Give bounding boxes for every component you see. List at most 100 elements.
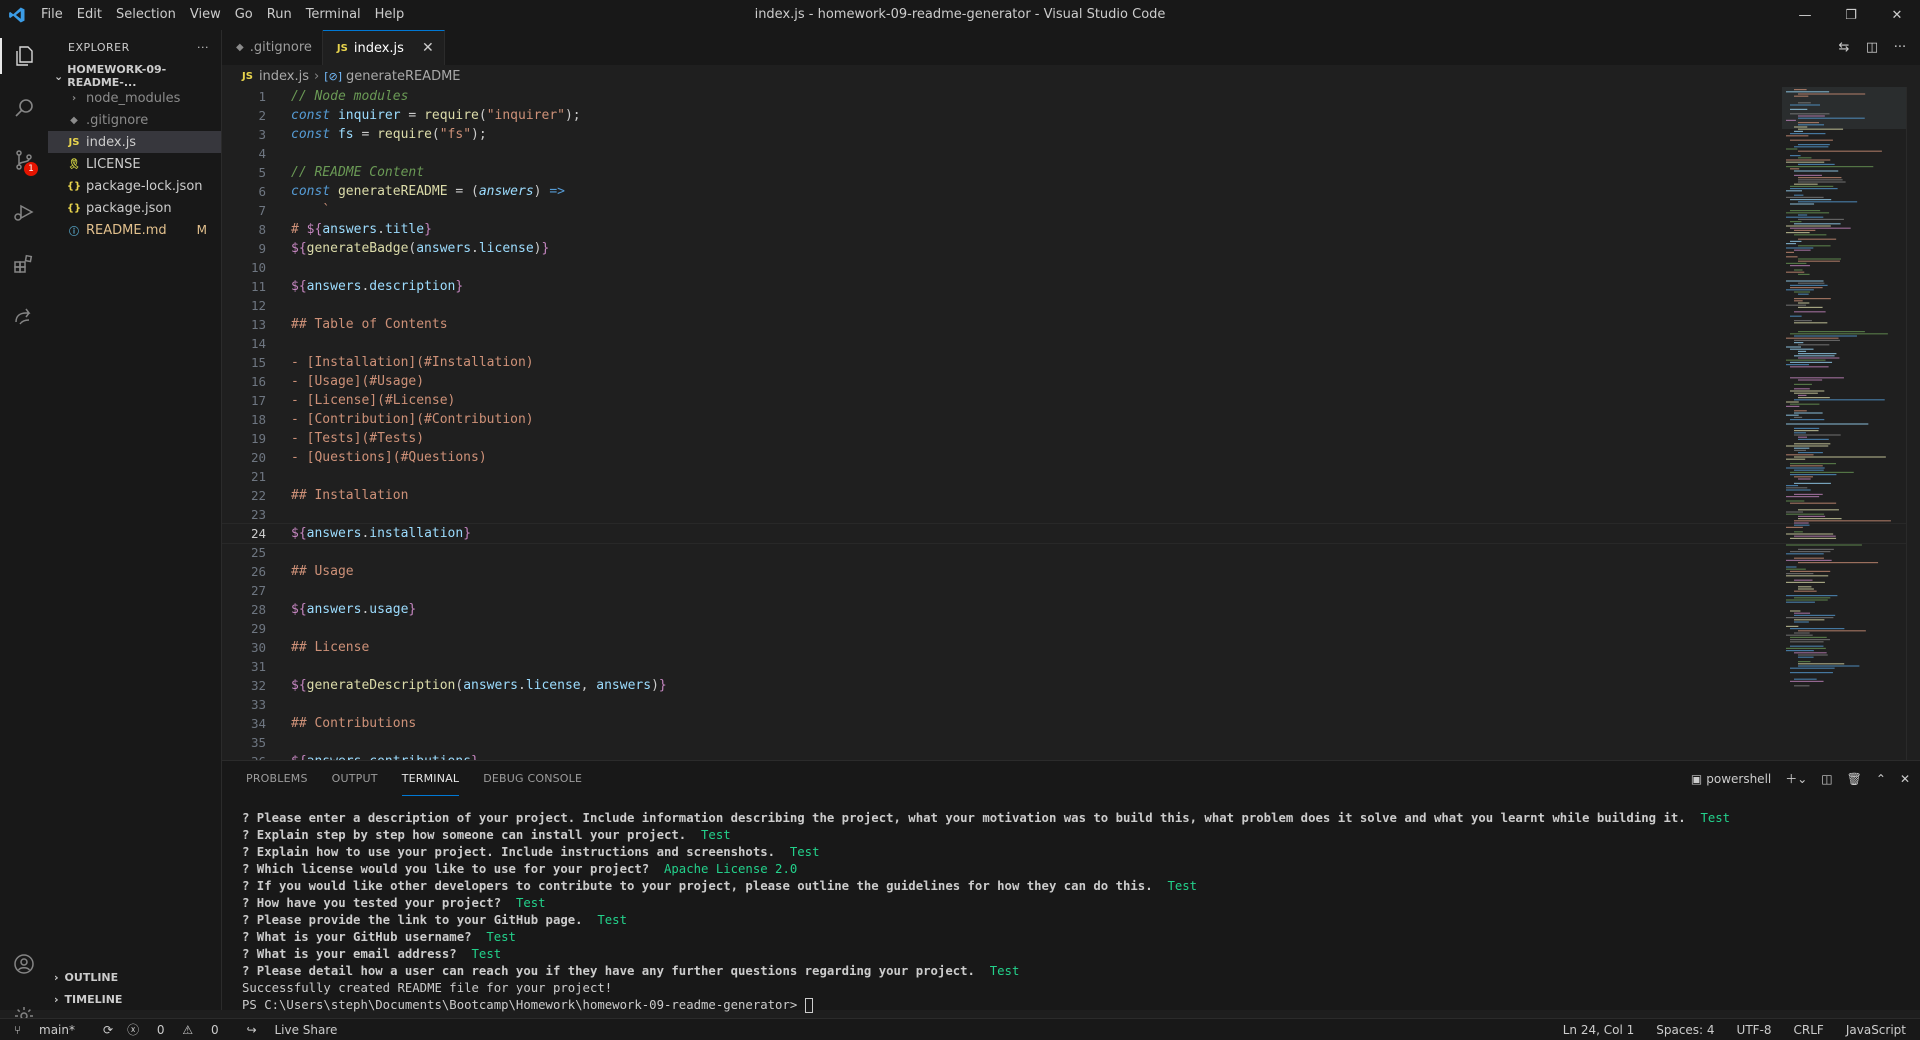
menu-terminal[interactable]: Terminal: [299, 0, 368, 30]
code-line[interactable]: 15 - [Installation](#Installation): [222, 353, 1920, 372]
live-share-status[interactable]: ↪ Live Share: [247, 1023, 352, 1037]
live-share-icon[interactable]: [0, 290, 48, 342]
code-line[interactable]: 27: [222, 581, 1920, 600]
code-line[interactable]: 14: [222, 334, 1920, 353]
file-item-package-json[interactable]: {} package.json: [48, 197, 221, 219]
close-tab-icon[interactable]: ✕: [422, 40, 434, 56]
code-editor[interactable]: 1 // Node modules 2 const inquirer = requir…: [222, 87, 1920, 760]
menu-help[interactable]: Help: [368, 0, 412, 30]
file-item--gitignore[interactable]: ◆ .gitignore: [48, 109, 221, 131]
code-line[interactable]: 5 // README Content: [222, 163, 1920, 182]
accounts-icon[interactable]: [0, 938, 48, 990]
code-line[interactable]: 28 ${answers.usage}: [222, 600, 1920, 619]
minimap-code-stroke: [1790, 203, 1815, 205]
tab-index-js[interactable]: JS index.js ✕: [322, 30, 445, 65]
code-line[interactable]: 8 # ${answers.title}: [222, 220, 1920, 239]
close-panel-icon[interactable]: ✕: [1900, 772, 1910, 786]
line-number: 8: [258, 222, 266, 237]
minimap-code-stroke: [1794, 249, 1811, 251]
menu-selection[interactable]: Selection: [109, 0, 183, 30]
problems-status[interactable]: ⓧ 0 ⚠ 0: [127, 1021, 233, 1038]
code-line[interactable]: 12: [222, 296, 1920, 315]
sync-icon[interactable]: ⟳: [103, 1023, 113, 1037]
file-item-node-modules[interactable]: › node_modules: [48, 87, 221, 109]
code-line[interactable]: 13 ## Table of Contents: [222, 315, 1920, 334]
breadcrumb-file[interactable]: index.js: [259, 69, 309, 84]
compare-changes-icon[interactable]: ⇆: [1830, 40, 1858, 55]
code-line[interactable]: 23: [222, 505, 1920, 524]
menu-file[interactable]: File: [34, 0, 70, 30]
code-line[interactable]: 34 ## Contributions: [222, 714, 1920, 733]
minimap[interactable]: [1782, 87, 1906, 760]
file-item-package-lock-json[interactable]: {} package-lock.json: [48, 175, 221, 197]
breadcrumb-symbol[interactable]: generateREADME: [346, 69, 460, 84]
code-line[interactable]: 22 ## Installation: [222, 486, 1920, 505]
workspace-folder[interactable]: ⌄ HOMEWORK-09-README-...: [48, 63, 221, 89]
code-line[interactable]: 31: [222, 657, 1920, 676]
source-control-icon[interactable]: 1: [0, 134, 48, 186]
code-line[interactable]: 3 const fs = require("fs");: [222, 125, 1920, 144]
code-line[interactable]: 9 ${generateBadge(answers.license)}: [222, 239, 1920, 258]
code-line[interactable]: 2 const inquirer = require("inquirer");: [222, 106, 1920, 125]
code-line[interactable]: 1 // Node modules: [222, 87, 1920, 106]
close-window-icon[interactable]: ✕: [1874, 0, 1920, 30]
file-item-license[interactable]: 🎗 LICENSE: [48, 153, 221, 175]
code-line[interactable]: 6 const generateREADME = (answers) =>: [222, 182, 1920, 201]
timeline-section[interactable]: › TIMELINE: [48, 988, 222, 1010]
panel-tab-output[interactable]: OUTPUT: [332, 761, 378, 796]
menu-go[interactable]: Go: [228, 0, 260, 30]
file-item-index-js[interactable]: JS index.js: [48, 131, 221, 153]
search-icon[interactable]: [0, 82, 48, 134]
code-line[interactable]: 25: [222, 543, 1920, 562]
tab-gitignore[interactable]: ◆ .gitignore: [222, 30, 323, 65]
panel-tab-problems[interactable]: PROBLEMS: [246, 761, 308, 796]
code-line[interactable]: 20 - [Questions](#Questions): [222, 448, 1920, 467]
branch-status[interactable]: ⑂ main*: [14, 1023, 89, 1037]
menu-run[interactable]: Run: [260, 0, 299, 30]
trash-icon[interactable]: 🗑: [1847, 772, 1862, 786]
split-terminal-icon[interactable]: ◫: [1821, 772, 1832, 786]
extensions-icon[interactable]: [0, 238, 48, 290]
code-line[interactable]: 21: [222, 467, 1920, 486]
code-line[interactable]: 17 - [License](#License): [222, 391, 1920, 410]
code-line[interactable]: 32 ${generateDescription(answers.license,…: [222, 676, 1920, 695]
terminal-output[interactable]: ? Please enter a description of your pro…: [242, 811, 1730, 1015]
code-line[interactable]: 7 `: [222, 201, 1920, 220]
code-line[interactable]: 30 ## License: [222, 638, 1920, 657]
code-line[interactable]: 11 ${answers.description}: [222, 277, 1920, 296]
split-editor-icon[interactable]: ◫: [1858, 40, 1886, 55]
file-item-readme-md[interactable]: ⓘ README.md M: [48, 219, 221, 241]
outline-section[interactable]: › OUTLINE: [48, 966, 222, 988]
code-line[interactable]: 16 - [Usage](#Usage): [222, 372, 1920, 391]
code-line[interactable]: 4: [222, 144, 1920, 163]
line-ending[interactable]: CRLF: [1794, 1023, 1824, 1037]
menu-edit[interactable]: Edit: [70, 0, 109, 30]
panel-tab-debug-console[interactable]: DEBUG CONSOLE: [483, 761, 582, 796]
minimize-icon[interactable]: —: [1782, 0, 1828, 30]
code-line[interactable]: 35: [222, 733, 1920, 752]
more-editor-actions-icon[interactable]: ···: [1886, 40, 1914, 55]
maximize-panel-icon[interactable]: ⌃: [1876, 772, 1886, 786]
code-line[interactable]: 29: [222, 619, 1920, 638]
menu-view[interactable]: View: [183, 0, 228, 30]
more-actions-icon[interactable]: ···: [197, 41, 209, 54]
explorer-icon[interactable]: [0, 30, 48, 82]
new-terminal-icon[interactable]: ＋⌄: [1785, 770, 1807, 787]
code-line[interactable]: 24 ${answers.installation}: [222, 523, 1920, 544]
terminal-prompt[interactable]: PS C:\Users\steph\Documents\Bootcamp\Hom…: [242, 998, 1730, 1015]
code-line[interactable]: 19 - [Tests](#Tests): [222, 429, 1920, 448]
shell-label[interactable]: powershell: [1706, 772, 1771, 786]
code-line[interactable]: 33: [222, 695, 1920, 714]
editor-scrollbar[interactable]: [1906, 87, 1920, 760]
indentation[interactable]: Spaces: 4: [1656, 1023, 1714, 1037]
restore-icon[interactable]: ❐: [1828, 0, 1874, 30]
code-line[interactable]: 36${answers.contributions}: [222, 752, 1920, 760]
language-mode[interactable]: JavaScript: [1846, 1023, 1906, 1037]
run-debug-icon[interactable]: [0, 186, 48, 238]
code-line[interactable]: 18 - [Contribution](#Contribution): [222, 410, 1920, 429]
code-line[interactable]: 10: [222, 258, 1920, 277]
cursor-position[interactable]: Ln 24, Col 1: [1563, 1023, 1635, 1037]
encoding[interactable]: UTF-8: [1737, 1023, 1772, 1037]
code-line[interactable]: 26 ## Usage: [222, 562, 1920, 581]
panel-tab-terminal[interactable]: TERMINAL: [401, 761, 460, 796]
